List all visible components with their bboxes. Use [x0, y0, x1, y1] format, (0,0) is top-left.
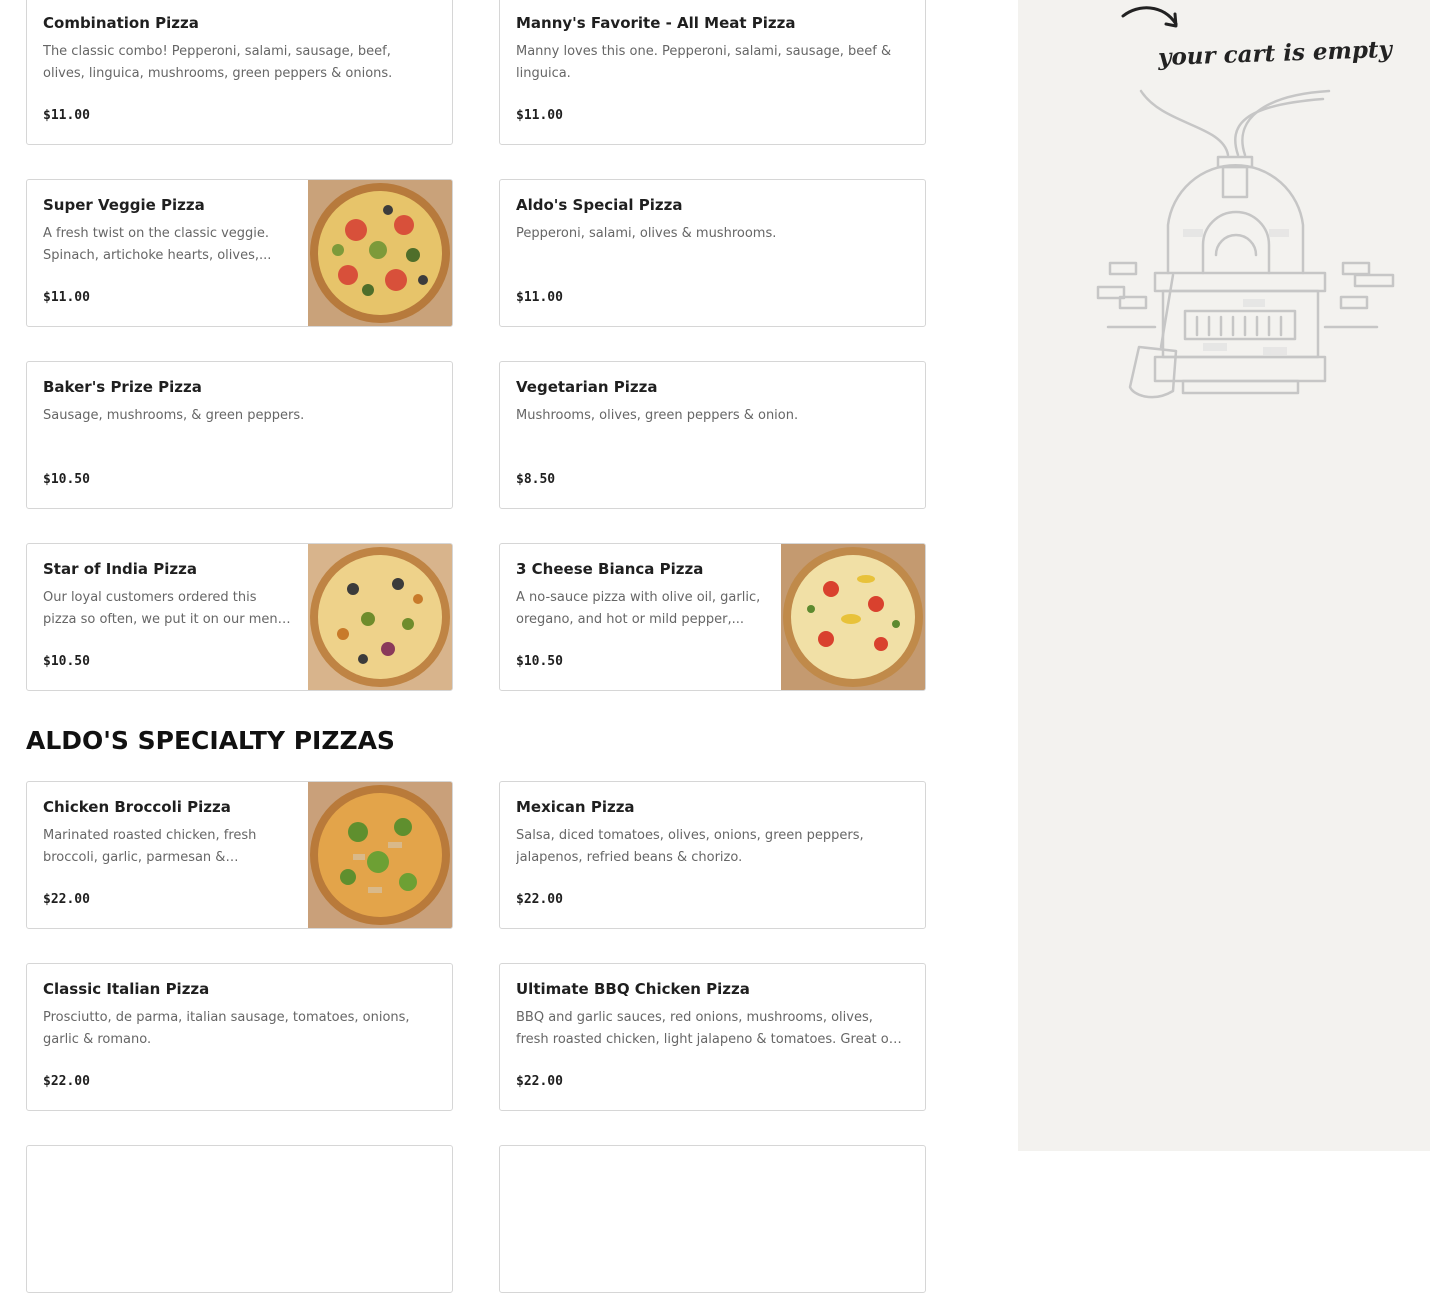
menu-item-card[interactable]: Star of India Pizza Our loyal customers …	[26, 543, 453, 691]
menu-item-card[interactable]	[499, 1145, 926, 1293]
menu-main: Combination Pizza The classic combo! Pep…	[0, 0, 1018, 1293]
menu-item-name: Baker's Prize Pizza	[43, 378, 202, 396]
menu-item-card[interactable]: Combination Pizza The classic combo! Pep…	[26, 0, 453, 145]
menu-item-price: $22.00	[516, 892, 563, 907]
cart-empty-text: your cart is empty	[1157, 35, 1393, 72]
pizza-oven-illustration	[1096, 89, 1395, 399]
menu-item-name: Chicken Broccoli Pizza	[43, 798, 231, 816]
menu-item-name: Vegetarian Pizza	[516, 378, 658, 396]
menu-item-card[interactable]	[26, 1145, 453, 1293]
menu-item-price: $10.50	[43, 472, 90, 487]
menu-item-price: $10.50	[43, 654, 90, 669]
menu-item-card[interactable]: Classic Italian Pizza Prosciutto, de par…	[26, 963, 453, 1111]
menu-item-card[interactable]: Manny's Favorite - All Meat Pizza Manny …	[499, 0, 926, 145]
star-of-india-pizza-photo	[308, 544, 452, 690]
arrow-icon	[1121, 6, 1178, 28]
menu-item-description: A fresh twist on the classic veggie. Spi…	[43, 226, 272, 263]
menu-item-name: Classic Italian Pizza	[43, 980, 210, 998]
menu-item-name: Ultimate BBQ Chicken Pizza	[516, 980, 750, 998]
menu-item-name: Super Veggie Pizza	[43, 196, 205, 214]
menu-item-card[interactable]: Aldo's Special Pizza Pepperoni, salami, …	[499, 179, 926, 327]
menu-item-description: A no-sauce pizza with olive oil, garlic,…	[516, 590, 761, 627]
menu-item-price: $22.00	[43, 892, 90, 907]
menu-item-card[interactable]: Vegetarian Pizza Mushrooms, olives, gree…	[499, 361, 926, 509]
menu-item-description: Sausage, mushrooms, & green peppers.	[43, 408, 305, 423]
menu-item-card[interactable]: 3 Cheese Bianca Pizza A no-sauce pizza w…	[499, 543, 926, 691]
cart-sidebar: your cart is empty	[1018, 0, 1430, 1151]
menu-item-price: $11.00	[516, 108, 563, 123]
menu-item-price: $22.00	[516, 1074, 563, 1089]
menu-item-description: Salsa, diced tomatoes, olives, onions, g…	[516, 828, 864, 865]
menu-item-description: BBQ and garlic sauces, red onions, mushr…	[516, 1010, 897, 1047]
menu-item-name: Combination Pizza	[43, 14, 199, 32]
menu-item-name: 3 Cheese Bianca Pizza	[516, 560, 704, 578]
menu-item-name: Aldo's Special Pizza	[516, 196, 683, 214]
chicken-broccoli-pizza-photo	[308, 782, 452, 928]
menu-item-price: $11.00	[43, 290, 90, 305]
menu-item-price: $10.50	[516, 654, 563, 669]
menu-item-description: Mushrooms, olives, green peppers & onion…	[516, 408, 799, 423]
section-title: ALDO'S SPECIALTY PIZZAS	[26, 726, 395, 755]
menu-item-card[interactable]: Baker's Prize Pizza Sausage, mushrooms, …	[26, 361, 453, 509]
menu-item-description: Prosciutto, de parma, italian sausage, t…	[43, 1010, 410, 1047]
menu-item-name: Manny's Favorite - All Meat Pizza	[516, 14, 796, 32]
menu-item-name: Mexican Pizza	[516, 798, 635, 816]
menu-item-price: $11.00	[516, 290, 563, 305]
menu-item-card[interactable]: Ultimate BBQ Chicken Pizza BBQ and garli…	[499, 963, 926, 1111]
menu-item-description: Manny loves this one. Pepperoni, salami,…	[516, 44, 892, 81]
menu-item-price: $11.00	[43, 108, 90, 123]
menu-item-description: Pepperoni, salami, olives & mushrooms.	[516, 226, 777, 241]
menu-item-card[interactable]: Chicken Broccoli Pizza Marinated roasted…	[26, 781, 453, 929]
menu-item-price: $8.50	[516, 472, 556, 487]
menu-item-price: $22.00	[43, 1074, 90, 1089]
bianca-pizza-photo	[781, 544, 925, 690]
menu-item-card[interactable]: Mexican Pizza Salsa, diced tomatoes, oli…	[499, 781, 926, 929]
menu-item-name: Star of India Pizza	[43, 560, 197, 578]
menu-item-description: Our loyal customers ordered this pizza s…	[43, 590, 292, 627]
menu-item-description: The classic combo! Pepperoni, salami, sa…	[43, 44, 393, 81]
menu-item-description: Marinated roasted chicken, fresh broccol…	[43, 828, 257, 865]
menu-item-card[interactable]: Super Veggie Pizza A fresh twist on the …	[26, 179, 453, 327]
veggie-pizza-photo	[308, 180, 452, 326]
